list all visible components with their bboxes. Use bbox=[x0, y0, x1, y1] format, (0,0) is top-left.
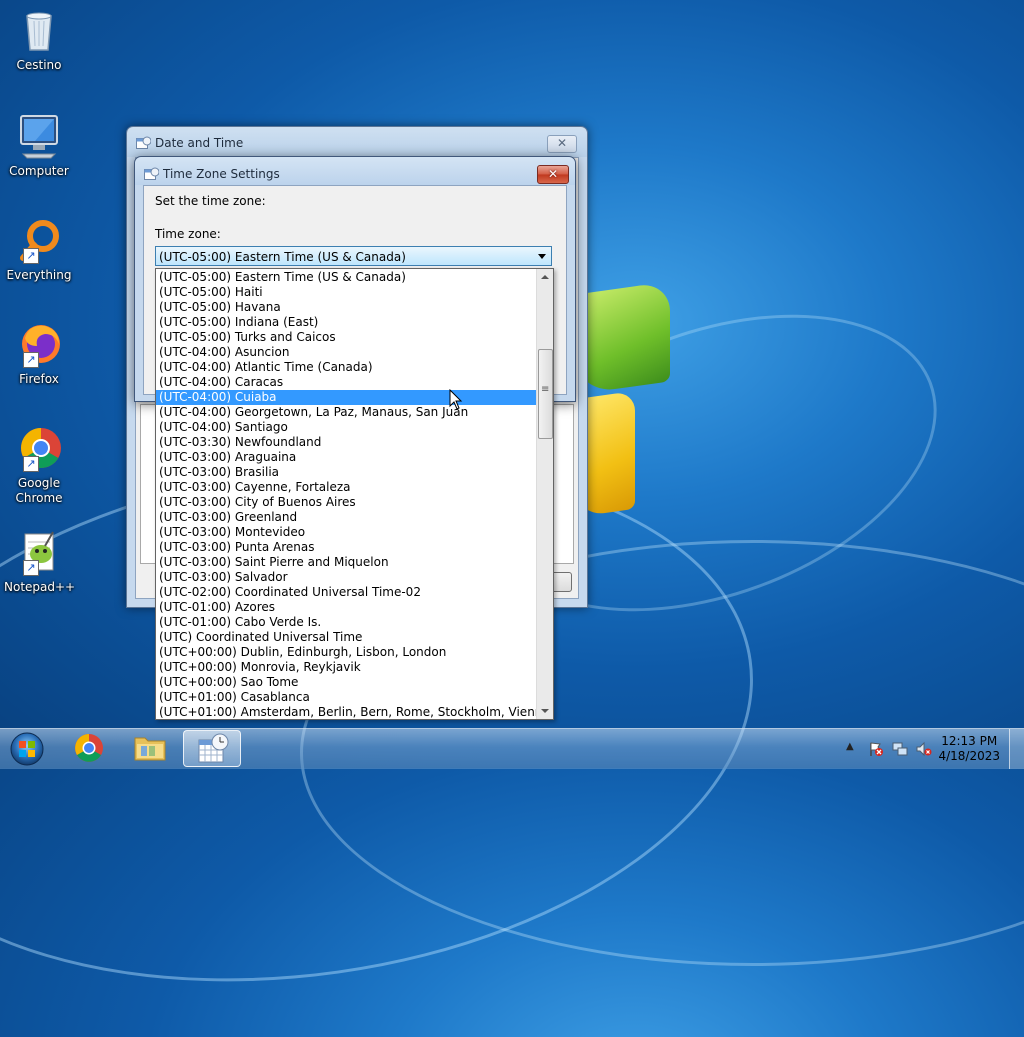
clock-date: 4/18/2023 bbox=[938, 749, 1000, 763]
show-desktop-button[interactable] bbox=[1009, 729, 1024, 769]
chrome-icon: ↗ bbox=[15, 424, 63, 472]
time-zone-option[interactable]: (UTC-02:00) Coordinated Universal Time-0… bbox=[156, 585, 537, 600]
chrome-icon bbox=[75, 734, 103, 762]
time-zone-close-button[interactable]: ✕ bbox=[537, 165, 569, 184]
time-zone-option[interactable]: (UTC+00:00) Sao Tome bbox=[156, 675, 537, 690]
dialog-title: Time Zone Settings bbox=[163, 167, 280, 181]
shortcut-arrow-icon: ↗ bbox=[23, 352, 39, 368]
taskbar-chrome-button[interactable] bbox=[60, 730, 118, 767]
everything-icon: ↗ bbox=[15, 216, 63, 264]
time-zone-option[interactable]: (UTC) Coordinated Universal Time bbox=[156, 630, 537, 645]
show-hidden-icons-button[interactable]: ▲ bbox=[846, 741, 862, 757]
time-zone-option[interactable]: (UTC-04:00) Georgetown, La Paz, Manaus, … bbox=[156, 405, 537, 420]
time-zone-option[interactable]: (UTC+00:00) Dublin, Edinburgh, Lisbon, L… bbox=[156, 645, 537, 660]
time-zone-option[interactable]: (UTC-05:00) Haiti bbox=[156, 285, 537, 300]
taskbar-date-time-button[interactable] bbox=[183, 730, 241, 767]
desktop-icon-label: Notepad++ bbox=[4, 580, 76, 594]
time-zone-label: Time zone: bbox=[155, 227, 221, 241]
date-time-icon bbox=[144, 167, 160, 180]
time-zone-option[interactable]: (UTC-05:00) Eastern Time (US & Canada) bbox=[156, 270, 537, 285]
close-icon: ✕ bbox=[556, 136, 568, 150]
mouse-pointer-icon bbox=[449, 388, 463, 411]
desktop-icon-computer[interactable]: Computer bbox=[4, 112, 74, 179]
time-zone-option[interactable]: (UTC-03:00) Montevideo bbox=[156, 525, 537, 540]
time-zone-option[interactable]: (UTC-03:00) Brasilia bbox=[156, 465, 537, 480]
notepad-plus-plus-icon: ↗ bbox=[15, 528, 63, 576]
shortcut-arrow-icon: ↗ bbox=[23, 456, 39, 472]
time-zone-selected-value: (UTC-05:00) Eastern Time (US & Canada) bbox=[159, 250, 406, 264]
taskbar: ▲ 12:13 PM 4/18/2023 bbox=[0, 728, 1024, 769]
time-zone-option[interactable]: (UTC+01:00) Casablanca bbox=[156, 690, 537, 705]
recycle-bin-icon bbox=[15, 6, 63, 54]
time-zone-option[interactable]: (UTC-03:00) Saint Pierre and Miquelon bbox=[156, 555, 537, 570]
time-zone-option[interactable]: (UTC+00:00) Monrovia, Reykjavik bbox=[156, 660, 537, 675]
clock-time: 12:13 PM bbox=[941, 734, 998, 748]
time-zone-option-highlighted[interactable]: (UTC-04:00) Cuiaba bbox=[156, 390, 537, 405]
date-time-close-button[interactable]: ✕ bbox=[547, 135, 577, 153]
set-time-zone-prompt: Set the time zone: bbox=[155, 194, 266, 208]
window-title: Date and Time bbox=[155, 136, 244, 150]
time-zone-option[interactable]: (UTC-04:00) Asuncion bbox=[156, 345, 537, 360]
desktop-icon-label: Computer bbox=[9, 164, 69, 178]
desktop-icon-notepad-plus-plus[interactable]: ↗ Notepad++ bbox=[4, 528, 76, 595]
time-zone-option[interactable]: (UTC-05:00) Havana bbox=[156, 300, 537, 315]
desktop-icon-everything[interactable]: ↗ Everything bbox=[4, 216, 74, 283]
computer-icon bbox=[15, 112, 63, 160]
shortcut-arrow-icon: ↗ bbox=[23, 248, 39, 264]
firefox-icon: ↗ bbox=[15, 320, 63, 368]
start-button[interactable] bbox=[6, 731, 48, 767]
taskbar-clock[interactable]: 12:13 PM 4/18/2023 bbox=[938, 734, 1000, 764]
time-zone-option[interactable]: (UTC-05:00) Indiana (East) bbox=[156, 315, 537, 330]
system-tray: ▲ 12:13 PM 4/18/2023 bbox=[824, 729, 1024, 769]
network-icon[interactable] bbox=[892, 741, 908, 757]
desktop-icon-firefox[interactable]: ↗ Firefox bbox=[4, 320, 74, 387]
time-zone-option[interactable]: (UTC-01:00) Cabo Verde Is. bbox=[156, 615, 537, 630]
date-time-icon bbox=[136, 136, 152, 149]
time-zone-option[interactable]: (UTC-04:00) Caracas bbox=[156, 375, 537, 390]
time-zone-combobox[interactable]: (UTC-05:00) Eastern Time (US & Canada) bbox=[155, 246, 552, 266]
desktop-icon-google-chrome[interactable]: ↗ Google Chrome bbox=[4, 424, 74, 506]
time-zone-option[interactable]: (UTC-03:00) Greenland bbox=[156, 510, 537, 525]
chevron-down-icon[interactable] bbox=[538, 254, 546, 259]
folder-icon bbox=[134, 737, 166, 761]
time-zone-option[interactable]: (UTC-04:00) Santiago bbox=[156, 420, 537, 435]
shortcut-arrow-icon: ↗ bbox=[23, 560, 39, 576]
desktop-icon-label: Everything bbox=[6, 268, 72, 282]
date-time-icon bbox=[198, 733, 229, 763]
time-zone-option[interactable]: (UTC-03:00) City of Buenos Aires bbox=[156, 495, 537, 510]
close-icon: ✕ bbox=[547, 167, 559, 181]
dropdown-scrollbar[interactable] bbox=[536, 269, 553, 719]
desktop-icon-recycle-bin[interactable]: Cestino bbox=[4, 6, 74, 73]
time-zone-option[interactable]: (UTC-01:00) Azores bbox=[156, 600, 537, 615]
scroll-down-arrow-icon[interactable] bbox=[537, 703, 553, 719]
desktop-icon-label: Google Chrome bbox=[15, 476, 63, 505]
volume-muted-icon[interactable] bbox=[916, 741, 932, 757]
time-zone-option[interactable]: (UTC-03:00) Cayenne, Fortaleza bbox=[156, 480, 537, 495]
time-zone-options: (UTC-05:00) Eastern Time (US & Canada) (U… bbox=[156, 270, 550, 719]
desktop-icon-label: Cestino bbox=[16, 58, 62, 72]
time-zone-option[interactable]: (UTC-03:30) Newfoundland bbox=[156, 435, 537, 450]
scrollbar-thumb[interactable] bbox=[538, 349, 553, 439]
action-center-flag-icon[interactable] bbox=[868, 741, 884, 757]
time-zone-option[interactable]: (UTC+01:00) Amsterdam, Berlin, Bern, Rom… bbox=[156, 705, 550, 719]
time-zone-option[interactable]: (UTC-03:00) Araguaina bbox=[156, 450, 537, 465]
scroll-up-arrow-icon[interactable] bbox=[537, 269, 553, 285]
time-zone-option[interactable]: (UTC-05:00) Turks and Caicos bbox=[156, 330, 537, 345]
time-zone-option[interactable]: (UTC-03:00) Punta Arenas bbox=[156, 540, 537, 555]
taskbar-file-explorer-button[interactable] bbox=[121, 730, 179, 767]
windows-logo-green-pane bbox=[575, 281, 670, 395]
desktop-icon-label: Firefox bbox=[19, 372, 59, 386]
time-zone-option[interactable]: (UTC-03:00) Salvador bbox=[156, 570, 537, 585]
time-zone-dropdown-list[interactable]: (UTC-05:00) Eastern Time (US & Canada) (U… bbox=[155, 268, 554, 720]
time-zone-option[interactable]: (UTC-04:00) Atlantic Time (Canada) bbox=[156, 360, 537, 375]
